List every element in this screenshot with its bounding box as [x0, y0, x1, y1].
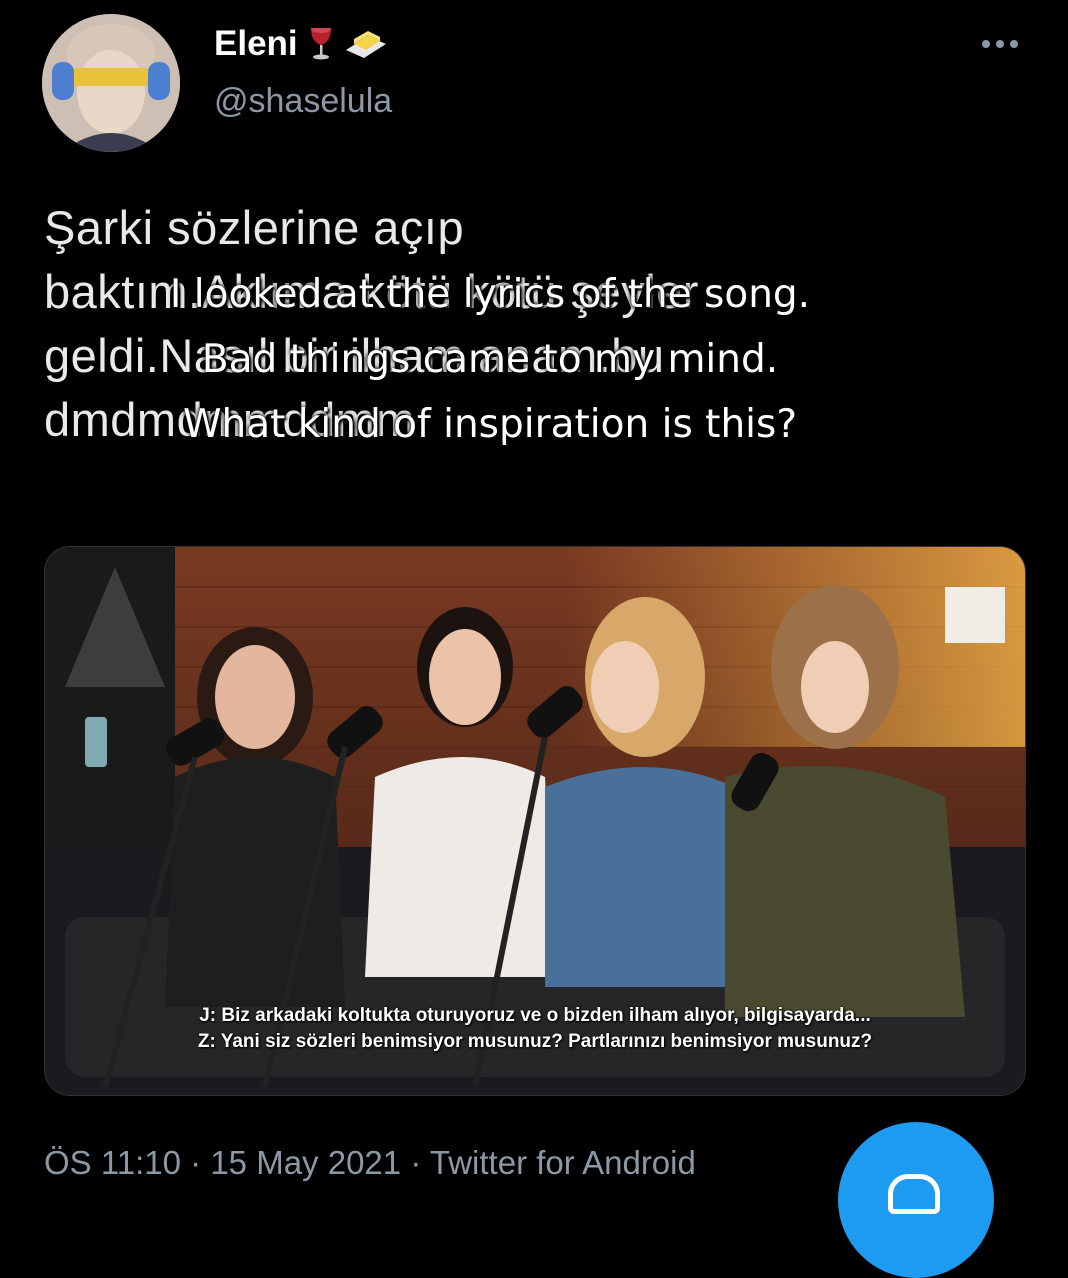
avatar[interactable]: [42, 14, 180, 152]
translation-line: I looked at the lyrics of the song.: [169, 272, 811, 317]
translation-line: Bad things came to my mind.: [201, 337, 779, 382]
author-name-row[interactable]: Eleni: [214, 24, 388, 64]
translation-overlay: I looked at the lyrics of the song. Bad …: [40, 262, 940, 457]
compose-tweet-button[interactable]: [838, 1122, 994, 1278]
video-subtitles: J: Biz arkadaki koltukta oturuyoruz ve o…: [45, 1003, 1025, 1055]
more-options-icon[interactable]: [982, 40, 1018, 48]
butter-icon: [344, 28, 388, 60]
tweet-media-image[interactable]: J: Biz arkadaki koltukta oturuyoruz ve o…: [44, 546, 1026, 1096]
tweet-source-link[interactable]: Twitter for Android: [430, 1144, 696, 1181]
compose-icon: [888, 1174, 940, 1214]
display-name[interactable]: Eleni: [214, 24, 298, 64]
author-handle[interactable]: @shaselula: [214, 82, 392, 121]
meta-separator: ·: [190, 1144, 202, 1181]
subtitle-line: J: Biz arkadaki koltukta oturuyoruz ve o…: [199, 1005, 871, 1026]
meta-separator: ·: [410, 1144, 422, 1181]
subtitle-line: Z: Yani siz sözleri benimsiyor musunuz? …: [197, 1031, 873, 1052]
tweet-metadata: ÖS 11:10 · 15 May 2021 · Twitter for And…: [44, 1144, 696, 1182]
tweet-date: 15 May 2021: [210, 1144, 402, 1181]
avatar-image: [42, 14, 180, 152]
tweet-time: ÖS 11:10: [44, 1144, 181, 1181]
wine-glass-icon: [308, 26, 334, 62]
translation-line: What kind of inspiration is this?: [182, 402, 798, 447]
